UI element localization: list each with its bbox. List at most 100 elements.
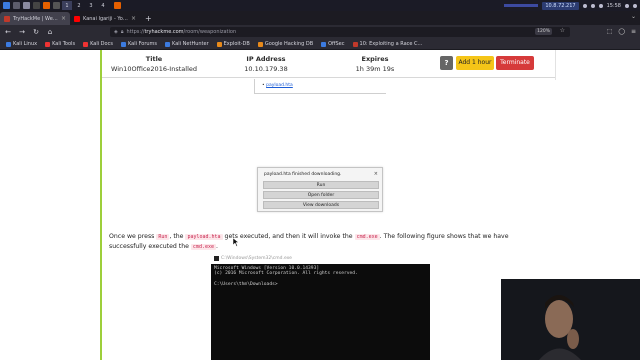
webcam-overlay (501, 279, 640, 360)
bookmark-kali-forums[interactable]: Kali Forums (120, 41, 158, 47)
machine-ip-value: 10.10.179.38 (244, 65, 288, 73)
terminal-icon[interactable] (33, 2, 40, 9)
bookmark-label: Exploit-DB (223, 41, 250, 47)
para-text: , the (169, 233, 186, 240)
bookmark-label: Kali Forums (127, 41, 158, 47)
offsec-icon (321, 41, 327, 47)
lock-icon[interactable]: 🔒︎ (121, 29, 124, 35)
view-downloads-button[interactable]: View downloads (263, 201, 379, 209)
help-button[interactable]: ? (440, 56, 453, 70)
bookmark-label: OffSec (328, 41, 345, 47)
forward-icon[interactable]: → (18, 28, 26, 36)
inline-code: Run (156, 234, 170, 240)
bookmark-kali-linux[interactable]: Kali Linux (6, 41, 37, 47)
tryhackme-favicon-icon (4, 15, 10, 22)
webcam-person-image (501, 279, 640, 360)
desktop-icon[interactable] (13, 2, 20, 9)
run-button[interactable]: Run (263, 181, 379, 189)
inline-code: cmd.exe (354, 234, 380, 240)
chevron-down-icon[interactable]: ⌄ (631, 13, 636, 20)
bookmark-label: Google Hacking DB (264, 41, 314, 47)
workspace-4[interactable]: 4 (98, 1, 108, 10)
terminate-button[interactable]: Terminate (496, 56, 534, 70)
forums-icon (120, 41, 126, 47)
machine-ip: IP Address 10.10.179.38 (216, 55, 316, 73)
add-hour-button[interactable]: Add 1 hour (456, 56, 494, 70)
bookmark-google-hacking-db[interactable]: Google Hacking DB (257, 41, 314, 47)
bookmark-label: 10: Exploiting a Race C... (359, 41, 423, 47)
close-icon[interactable]: × (61, 15, 66, 22)
bookmark-offsec[interactable]: OffSec (321, 41, 345, 47)
bookmark-label: Kali Docs (90, 41, 113, 47)
reload-icon[interactable]: ↻ (32, 28, 40, 36)
url-host: tryhackme.com (144, 29, 184, 35)
bookmark-kali-tools[interactable]: Kali Tools (45, 41, 75, 47)
new-tab-button[interactable]: + (140, 12, 157, 25)
close-icon[interactable]: × (374, 171, 378, 177)
machine-expires-value: 1h 39m 19s (355, 65, 395, 73)
bookmark-kali-nethunter[interactable]: Kali NetHunter (165, 41, 209, 47)
tab-title: TryHackMe | Weaponizati (13, 15, 58, 22)
ghdb-icon (257, 41, 263, 47)
workspace-3[interactable]: 3 (86, 1, 96, 10)
network-icon[interactable] (590, 3, 595, 8)
machine-info-bar: Title Win10Office2016-Installed IP Addre… (102, 50, 555, 78)
bookmark-label: Kali NetHunter (172, 41, 209, 47)
bookmark-star-icon[interactable]: ☆ (560, 27, 565, 34)
nethunter-icon (165, 41, 171, 47)
machine-expires-label: Expires (361, 55, 389, 63)
bookmark-race-condition[interactable]: 10: Exploiting a Race C... (352, 41, 423, 47)
machine-title-value: Win10Office2016-Installed (110, 65, 198, 73)
menu-icon[interactable]: ≡ (631, 28, 636, 35)
workspace-2[interactable]: 2 (74, 1, 84, 10)
vpn-ip-badge: 10.8.72.217 (542, 1, 579, 10)
url-text: https://tryhackme.com/room/weaponization (127, 29, 237, 35)
para-text: gets executed, and then it will invoke t… (222, 233, 355, 240)
url-bar[interactable]: ◈ 🔒︎ https://tryhackme.com/room/weaponiz… (110, 27, 570, 37)
back-icon[interactable]: ← (4, 28, 12, 36)
file-manager-icon[interactable] (23, 2, 30, 9)
docs-icon (83, 41, 89, 47)
download-dialog: payload.hta finished downloading. × Run … (257, 167, 383, 212)
shield-icon[interactable]: ◈ (114, 29, 118, 35)
cmd-console: Microsoft Windows [Version 10.0.14393] (… (211, 264, 430, 360)
tab-tryhackme[interactable]: TryHackMe | Weaponizati × (0, 12, 70, 25)
youtube-favicon-icon (74, 15, 80, 22)
divider (555, 50, 556, 80)
tools-icon (45, 41, 51, 47)
tab-strip: TryHackMe | Weaponizati × Kanai Igariji … (0, 11, 640, 25)
firefox-icon[interactable] (43, 2, 50, 9)
account-icon[interactable]: ◯ (618, 28, 625, 35)
bookmark-label: Kali Linux (13, 41, 38, 47)
task-paragraph: Once we press Run, the payload.hta gets … (109, 232, 529, 252)
extensions-icon[interactable]: ⬚ (607, 28, 613, 35)
workspace-1[interactable]: 1 (62, 1, 72, 10)
bookmark-kali-docs[interactable]: Kali Docs (83, 41, 113, 47)
zoom-level[interactable]: 120% (535, 28, 552, 35)
kali-icon (6, 41, 11, 47)
open-folder-button[interactable]: Open folder (263, 191, 379, 199)
nav-bar: ← → ↻ ⌂ ◈ 🔒︎ https://tryhackme.com/room/… (0, 25, 640, 39)
close-icon[interactable]: × (131, 15, 136, 22)
kali-menu-icon[interactable] (3, 2, 10, 9)
task-accent-bar (100, 50, 102, 360)
cmd-window-title: C:\Windows\System32\cmd.exe (214, 256, 292, 261)
power-icon[interactable] (633, 3, 637, 8)
firefox-window-icon[interactable] (114, 2, 121, 9)
bookmark-exploit-db[interactable]: Exploit-DB (216, 41, 250, 47)
clock: 15:58 (606, 2, 621, 9)
volume-icon[interactable] (582, 3, 587, 8)
payload-link[interactable]: payload.hta (266, 83, 293, 88)
machine-title-label: Title (145, 55, 163, 63)
notification-icon[interactable] (598, 3, 603, 8)
tab-title: Kanai Igariji - YouTube S (83, 15, 128, 22)
cmd-icon (214, 256, 219, 261)
para-text: . (216, 243, 218, 250)
tab-youtube[interactable]: Kanai Igariji - YouTube S × (70, 12, 140, 25)
cpu-graph (504, 4, 539, 7)
app-icon[interactable] (53, 2, 60, 9)
machine-ip-label: IP Address (246, 55, 286, 63)
lock-icon[interactable] (625, 3, 629, 8)
home-icon[interactable]: ⌂ (46, 28, 54, 36)
mouse-cursor-icon (233, 238, 239, 247)
